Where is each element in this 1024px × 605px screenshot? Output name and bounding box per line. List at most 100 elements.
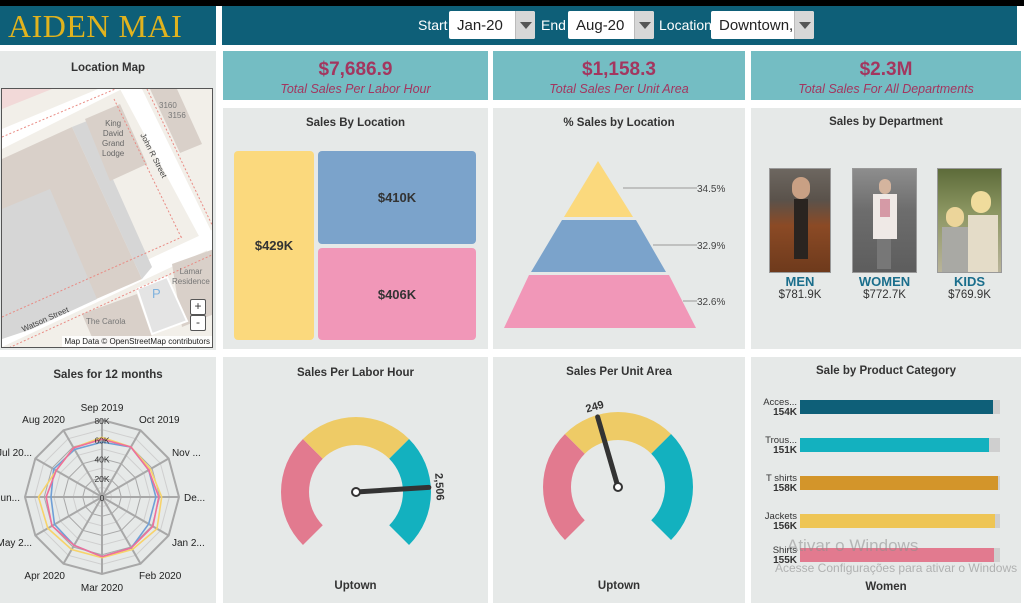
panel-title: Sale by Product Category — [816, 365, 956, 377]
radar-category-label: Jun... — [0, 493, 20, 504]
panel-title: Sales by Department — [829, 116, 943, 128]
radar-chart: 0 20K 40K 60K 80K Sep 2019 Oct 2019 Nov ... De..… — [0, 403, 205, 594]
map-label-3156: 3156 — [168, 111, 186, 120]
kpi-label: Total Sales Per Labor Hour — [280, 82, 431, 96]
kpi-card-all-departments: $2.3M Total Sales For All Departments — [751, 51, 1021, 100]
pyramid-label: 32.9% — [697, 241, 725, 252]
category-bar[interactable] — [800, 476, 998, 490]
kpi-card-labor-hour: $7,686.9 Total Sales Per Labor Hour — [223, 51, 488, 100]
sales-12-months-panel: Sales for 12 months 0 20K 40K 60K 80K Sep 201… — [0, 357, 216, 603]
end-label: End — [541, 17, 566, 33]
pct-sales-by-location-panel: % Sales by Location 34.5% 32.9% 32.6% — [493, 108, 745, 349]
department-kids[interactable]: KIDS $769.9K — [937, 168, 1002, 301]
radar-category-label: Jan 2... — [172, 538, 205, 549]
department-name: WOMEN — [858, 274, 911, 289]
pyramid-label: 34.5% — [697, 184, 725, 195]
gauge-chart: 249 — [543, 399, 693, 541]
category-label: Jackets 156K — [753, 512, 797, 532]
map-attribution: Map Data © OpenStreetMap contributors — [62, 336, 212, 347]
kpi-label: Total Sales For All Departments — [798, 82, 974, 96]
radar-category-label: Feb 2020 — [139, 571, 182, 582]
department-value: $781.9K — [778, 289, 822, 301]
map-label-lodge: King David Grand Lodge — [102, 119, 125, 158]
zoom-in-button[interactable]: + — [190, 299, 206, 315]
department-name: MEN — [785, 274, 815, 289]
category-bar[interactable] — [800, 400, 993, 414]
end-select[interactable]: Aug-20 — [568, 11, 654, 39]
zoom-out-button[interactable]: - — [190, 315, 206, 331]
kpi-value: $7,686.9 — [318, 59, 393, 80]
pyramid-level[interactable] — [504, 275, 696, 328]
radar-tick-label: 0 — [100, 493, 105, 503]
pyramid-level[interactable] — [531, 220, 666, 272]
category-label: Trous... 151K — [753, 436, 797, 456]
gauge-band — [651, 433, 693, 541]
treemap-tile[interactable]: $406K — [318, 248, 476, 340]
gauge-chart: 2,506 — [281, 417, 446, 546]
chevron-down-icon[interactable] — [634, 11, 654, 39]
treemap-tile[interactable]: $410K — [318, 151, 476, 244]
gauge-band — [302, 417, 410, 459]
category-label: T shirts 158K — [753, 474, 797, 494]
brand-title: AIDEN MAI — [8, 8, 183, 44]
radar-category-label: Jul 20... — [0, 448, 32, 459]
kids-photo — [937, 168, 1002, 273]
brand-logo: AIDEN MAI — [0, 6, 216, 45]
kpi-label: Total Sales Per Unit Area — [549, 82, 689, 96]
location-value: Downtown, — [719, 16, 794, 34]
department-men[interactable]: MEN $781.9K — [769, 168, 831, 301]
category-value: 156K — [773, 521, 797, 532]
category-bar[interactable] — [800, 438, 989, 452]
radar-category-label: Apr 2020 — [24, 571, 65, 582]
gauge-needle-hub — [351, 487, 361, 497]
gauge-value-label: 2,506 — [432, 473, 446, 501]
women-photo — [852, 168, 917, 273]
gauge-location: Uptown — [334, 580, 377, 592]
radar-tick-label: 80K — [94, 416, 109, 426]
gauge-needle-hub — [613, 482, 623, 492]
start-label: Start — [418, 17, 448, 33]
sales-by-location-panel: Sales By Location $429K $410K $406K — [223, 108, 488, 349]
radar-tick-label: 20K — [94, 474, 109, 484]
department-value: $769.9K — [948, 289, 991, 301]
location-select[interactable]: Downtown, — [711, 11, 814, 39]
kpi-value: $1,158.3 — [582, 59, 656, 80]
sales-per-labor-hour-panel: Sales Per Labor Hour 2,506 Uptown — [223, 357, 488, 603]
department-value: $772.7K — [863, 289, 906, 301]
start-value: Jan-20 — [457, 16, 503, 34]
radar-category-label: May 2... — [0, 538, 32, 549]
radar-category-label: Aug 2020 — [22, 415, 65, 426]
category-value: 151K — [773, 445, 797, 456]
pyramid-level[interactable] — [564, 161, 633, 217]
category-bar[interactable] — [800, 514, 995, 528]
category-value: 158K — [773, 483, 797, 494]
department-name: KIDS — [953, 274, 986, 289]
gauge-band — [281, 438, 323, 546]
location-map[interactable]: King David Grand Lodge John R Street Watson… — [1, 88, 213, 348]
radar-category-label: Nov ... — [172, 448, 201, 459]
sales-by-department-panel: Sales by Department MEN $781.9K WOMEN $7… — [751, 108, 1021, 349]
sales-per-unit-area-panel: Sales Per Unit Area 249 Uptown — [493, 357, 745, 603]
start-select[interactable]: Jan-20 — [449, 11, 535, 39]
gauge-location: Uptown — [597, 580, 641, 592]
radar-category-label: Sep 2019 — [81, 403, 124, 414]
department-women[interactable]: WOMEN $772.7K — [852, 168, 917, 301]
windows-watermark-subtitle: Acesse Configurações para ativar o Windo… — [775, 561, 1018, 575]
map-label-lamar-residence: Lamar Residence — [172, 267, 210, 286]
kpi-card-unit-area: $1,158.3 Total Sales Per Unit Area — [493, 51, 745, 100]
chevron-down-icon[interactable] — [794, 11, 814, 39]
gauge-value-label: 249 — [584, 399, 605, 416]
kpi-value: $2.3M — [859, 59, 913, 80]
pyramid-label: 32.6% — [697, 297, 725, 308]
men-photo — [769, 168, 831, 273]
windows-watermark-title: Ativar o Windows — [787, 536, 919, 555]
treemap-tile[interactable]: $429K — [234, 151, 314, 340]
location-label: Location — [659, 17, 712, 33]
chevron-down-icon[interactable] — [515, 11, 535, 39]
panel-title: Sales By Location — [305, 117, 406, 129]
parking-icon: P — [152, 286, 161, 301]
category-footer: Women — [865, 581, 907, 593]
category-label: Acces... 154K — [753, 398, 797, 418]
gauge-band — [543, 433, 585, 541]
category-value: 154K — [773, 407, 797, 418]
